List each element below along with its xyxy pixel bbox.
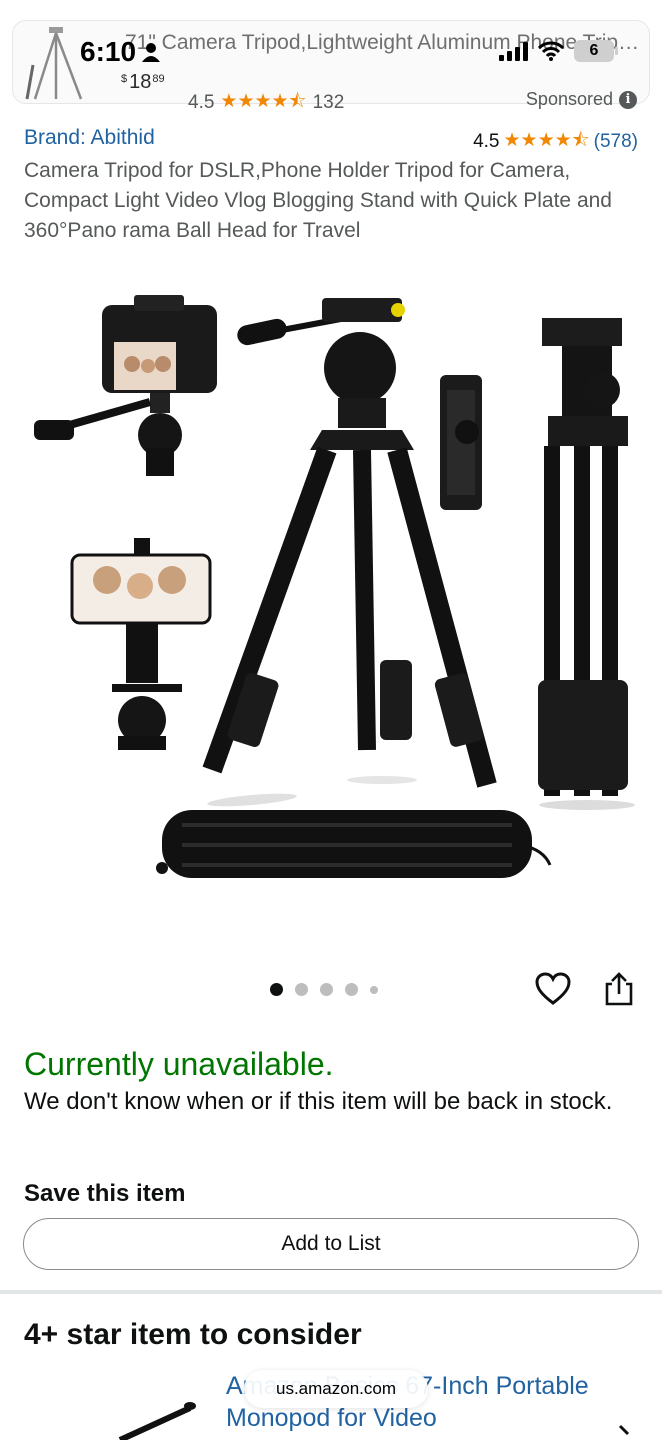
- product-rating[interactable]: 4.5 ★★★★⯪ (578): [473, 126, 638, 158]
- price-symbol: $: [121, 73, 128, 85]
- section-divider: [0, 1290, 662, 1294]
- star-rating-icon: ★★★★⯪: [503, 130, 590, 151]
- info-icon[interactable]: i: [619, 90, 637, 109]
- star-rating-icon: ★★★★⯪: [220, 91, 307, 112]
- review-count[interactable]: (578): [594, 131, 638, 153]
- sponsored-text: Sponsored: [525, 89, 613, 109]
- price-fraction: 89: [152, 73, 165, 85]
- wifi-icon: [538, 41, 564, 61]
- carousel-dot[interactable]: [370, 985, 378, 994]
- recommendation-heading: 4+ star item to consider: [24, 1318, 362, 1351]
- person-icon: [142, 43, 161, 62]
- share-button[interactable]: [600, 970, 638, 1008]
- share-icon: [605, 972, 633, 1006]
- wishlist-button[interactable]: [534, 970, 572, 1008]
- carousel-dot[interactable]: [270, 983, 283, 996]
- add-to-list-button[interactable]: Add to List: [23, 1218, 639, 1270]
- carousel-dot[interactable]: [295, 983, 308, 996]
- product-image[interactable]: [22, 280, 642, 900]
- image-carousel-dots[interactable]: [270, 983, 378, 996]
- sponsored-label[interactable]: Sponsored i: [526, 89, 637, 110]
- carousel-dot[interactable]: [345, 983, 358, 996]
- chevron-right-icon[interactable]: [616, 1424, 636, 1440]
- battery-icon: 6: [574, 40, 618, 62]
- availability-status: Currently unavailable.: [24, 1046, 334, 1082]
- status-icons: 6: [499, 40, 618, 62]
- product-title: Camera Tripod for DSLR,Phone Holder Trip…: [24, 159, 612, 242]
- browser-url-pill[interactable]: us.amazon.com: [244, 1370, 428, 1408]
- save-item-heading: Save this item: [24, 1180, 186, 1207]
- sponsored-rating-value: 4.5: [188, 92, 215, 113]
- carousel-dot[interactable]: [320, 983, 333, 996]
- sponsored-rating: 4.5 ★★★★⯪ 132: [188, 87, 344, 119]
- price-whole: 18: [129, 71, 152, 93]
- brand-link[interactable]: Brand: Abithid: [24, 126, 155, 150]
- status-time: 6:10: [80, 36, 161, 68]
- availability-message: We don't know when or if this item will …: [24, 1088, 613, 1115]
- heart-icon: [535, 972, 571, 1005]
- cellular-signal-icon: [499, 41, 528, 61]
- sponsored-price: $ 18 89: [121, 71, 165, 94]
- rating-value: 4.5: [473, 131, 500, 152]
- clock: 6:10: [80, 36, 137, 67]
- sponsored-review-count: 132: [312, 92, 345, 113]
- monopod-thumbnail[interactable]: [110, 1390, 220, 1440]
